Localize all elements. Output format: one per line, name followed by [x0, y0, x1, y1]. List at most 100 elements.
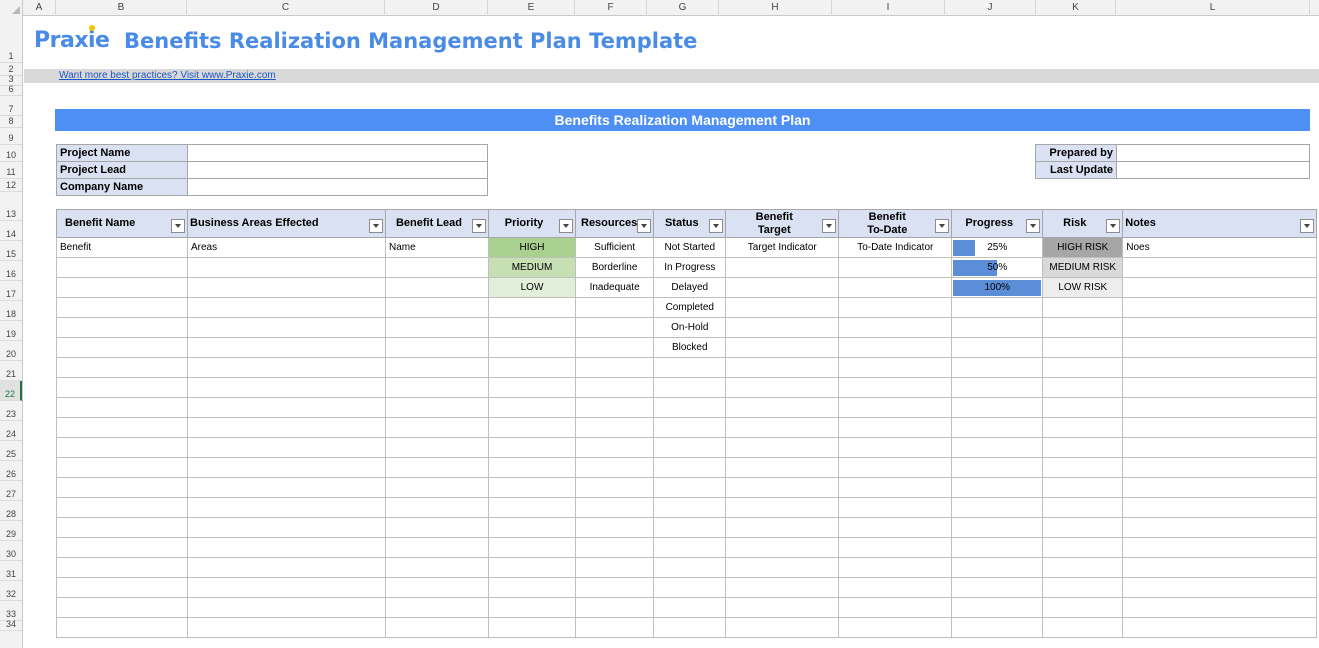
notes-cell[interactable]	[1122, 577, 1318, 598]
benefit-name-cell[interactable]: Benefit	[56, 237, 188, 258]
progress-cell[interactable]	[951, 377, 1044, 398]
risk-cell[interactable]	[1042, 357, 1124, 378]
notes-cell[interactable]	[1122, 397, 1318, 418]
progress-cell[interactable]	[951, 437, 1044, 458]
progress-cell[interactable]: 50%	[951, 257, 1044, 278]
filter-dropdown-icon[interactable]	[637, 219, 652, 233]
status-cell[interactable]: In Progress	[653, 257, 727, 278]
benefit-lead-cell[interactable]	[385, 497, 489, 518]
priority-cell[interactable]	[488, 377, 576, 398]
benefit-lead-cell[interactable]	[385, 457, 489, 478]
benefit-todate-cell[interactable]	[838, 397, 953, 418]
row-header-11[interactable]: 11	[0, 162, 22, 179]
benefit-target-cell[interactable]	[725, 557, 840, 578]
benefit-name-cell[interactable]	[56, 437, 188, 458]
row-header-28[interactable]: 28	[0, 501, 22, 521]
benefit-name-cell[interactable]	[56, 557, 188, 578]
benefit-name-cell[interactable]	[56, 497, 188, 518]
status-cell[interactable]: Not Started	[653, 237, 727, 258]
benefit-lead-cell[interactable]	[385, 557, 489, 578]
benefit-target-cell[interactable]	[725, 477, 840, 498]
filter-dropdown-icon[interactable]	[1026, 219, 1041, 233]
risk-cell[interactable]	[1042, 377, 1124, 398]
row-header-1[interactable]: 1	[0, 16, 22, 63]
row-header-26[interactable]: 26	[0, 461, 22, 481]
status-cell[interactable]	[653, 397, 727, 418]
project-lead-cell[interactable]	[187, 161, 488, 179]
row-header-32[interactable]: 32	[0, 581, 22, 601]
notes-cell[interactable]	[1122, 317, 1318, 338]
row-header-33[interactable]: 33	[0, 601, 22, 621]
filter-dropdown-icon[interactable]	[559, 219, 573, 233]
row-header-15[interactable]: 15	[0, 241, 22, 261]
column-header-F[interactable]: F	[575, 0, 647, 16]
status-cell[interactable]: Completed	[653, 297, 727, 318]
priority-cell[interactable]	[488, 417, 576, 438]
progress-cell[interactable]	[951, 317, 1044, 338]
notes-cell[interactable]	[1122, 417, 1318, 438]
progress-cell[interactable]	[951, 337, 1044, 358]
benefit-lead-cell[interactable]: Name	[385, 237, 489, 258]
benefit-todate-cell[interactable]	[838, 457, 953, 478]
benefit-target-cell[interactable]	[725, 437, 840, 458]
notes-cell[interactable]	[1122, 597, 1318, 618]
priority-cell[interactable]	[488, 577, 576, 598]
benefit-target-cell[interactable]	[725, 297, 840, 318]
status-cell[interactable]	[653, 477, 727, 498]
notes-cell[interactable]	[1122, 517, 1318, 538]
risk-cell[interactable]	[1042, 557, 1124, 578]
risk-cell[interactable]	[1042, 617, 1124, 638]
notes-cell[interactable]	[1122, 357, 1318, 378]
status-cell[interactable]	[653, 417, 727, 438]
progress-cell[interactable]	[951, 417, 1044, 438]
benefit-target-cell[interactable]	[725, 577, 840, 598]
resources-cell[interactable]	[574, 517, 655, 538]
row-header-29[interactable]: 29	[0, 521, 22, 541]
row-header-34[interactable]: 34	[0, 619, 22, 631]
progress-cell[interactable]	[951, 497, 1044, 518]
status-cell[interactable]	[653, 437, 727, 458]
row-header-16[interactable]: 16	[0, 261, 22, 281]
benefit-name-cell[interactable]	[56, 317, 188, 338]
benefit-lead-cell[interactable]	[385, 537, 489, 558]
resources-cell[interactable]	[574, 477, 655, 498]
benefit-todate-cell[interactable]	[838, 557, 953, 578]
benefit-lead-cell[interactable]	[385, 397, 489, 418]
priority-cell[interactable]	[488, 597, 576, 618]
column-header-C[interactable]: C	[187, 0, 385, 16]
progress-cell[interactable]	[951, 597, 1044, 618]
benefit-target-cell[interactable]: Target Indicator	[725, 237, 840, 258]
progress-cell[interactable]	[951, 357, 1044, 378]
benefit-name-cell[interactable]	[56, 257, 188, 278]
column-header-L[interactable]: L	[1116, 0, 1310, 16]
status-cell[interactable]	[653, 617, 727, 638]
benefit-name-cell[interactable]	[56, 417, 188, 438]
risk-cell[interactable]	[1042, 397, 1124, 418]
status-cell[interactable]	[653, 357, 727, 378]
filter-dropdown-icon[interactable]	[171, 219, 185, 233]
status-cell[interactable]	[653, 517, 727, 538]
priority-cell[interactable]	[488, 437, 576, 458]
status-cell[interactable]	[653, 497, 727, 518]
progress-cell[interactable]	[951, 477, 1044, 498]
benefit-name-cell[interactable]	[56, 537, 188, 558]
benefit-lead-cell[interactable]	[385, 417, 489, 438]
prepared-by-cell[interactable]	[1116, 144, 1310, 162]
status-cell[interactable]: Delayed	[653, 277, 727, 298]
priority-cell[interactable]	[488, 337, 576, 358]
notes-cell[interactable]: Noes	[1122, 237, 1318, 258]
priority-cell[interactable]: HIGH	[488, 237, 576, 258]
risk-cell[interactable]	[1042, 457, 1124, 478]
benefit-todate-cell[interactable]	[838, 477, 953, 498]
benefit-todate-cell[interactable]	[838, 357, 953, 378]
benefit-lead-cell[interactable]	[385, 257, 489, 278]
row-header-23[interactable]: 23	[0, 401, 22, 421]
priority-cell[interactable]: MEDIUM	[488, 257, 576, 278]
filter-dropdown-icon[interactable]	[369, 219, 383, 233]
column-header-K[interactable]: K	[1036, 0, 1116, 16]
row-header-17[interactable]: 17	[0, 281, 22, 301]
benefit-todate-cell[interactable]	[838, 537, 953, 558]
business-areas-cell[interactable]	[187, 537, 386, 558]
benefit-todate-cell[interactable]: To-Date Indicator	[838, 237, 953, 258]
benefit-lead-cell[interactable]	[385, 577, 489, 598]
